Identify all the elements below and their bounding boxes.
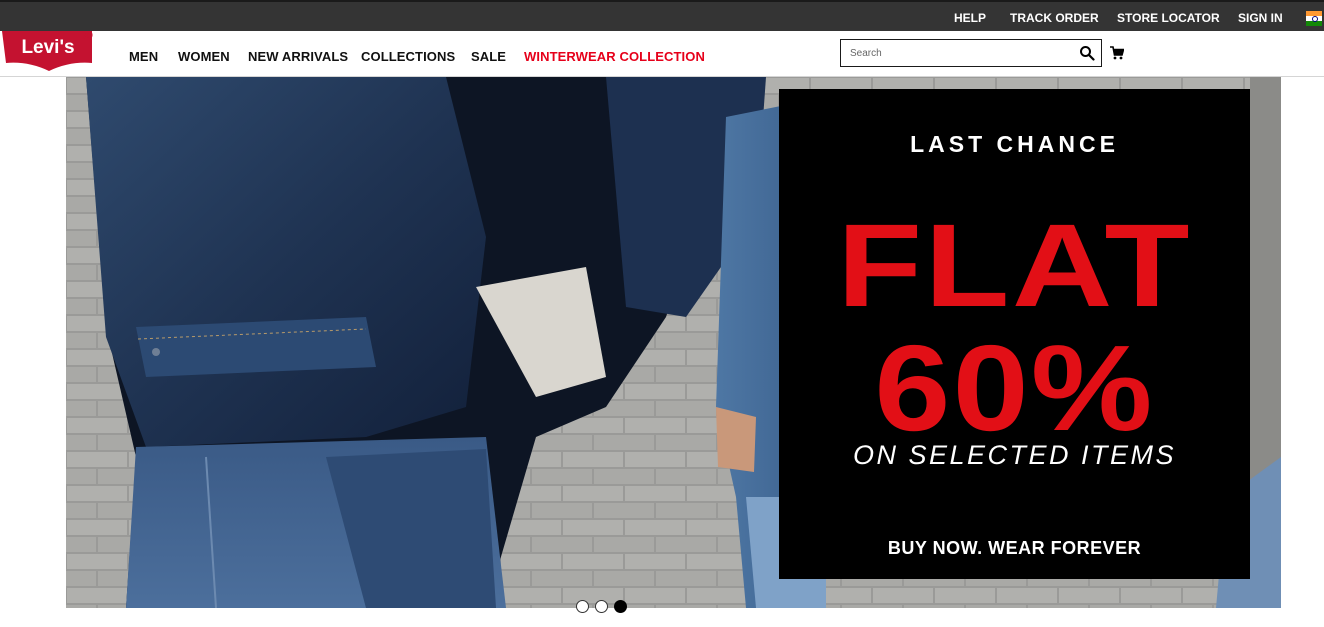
promo-cta[interactable]: BUY NOW. WEAR FOREVER (779, 538, 1250, 559)
main-header: Levi's ® MEN WOMEN NEW ARRIVALS COLLECTI… (0, 29, 1324, 77)
carousel-dots (576, 600, 627, 614)
svg-text:®: ® (84, 32, 90, 40)
help-link[interactable]: HELP (954, 11, 986, 25)
promo-headline-percent: 60% (874, 320, 1155, 456)
nav-collections[interactable]: COLLECTIONS (361, 49, 455, 64)
promo-subline: ON SELECTED ITEMS (852, 440, 1177, 470)
sign-in-link[interactable]: SIGN IN (1238, 11, 1283, 25)
nav-women[interactable]: WOMEN (178, 49, 230, 64)
track-order-link[interactable]: TRACK ORDER (1010, 11, 1099, 25)
promo-headline-flat: FLAT (837, 200, 1192, 332)
nav-new-arrivals[interactable]: NEW ARRIVALS (248, 49, 348, 64)
cart-icon[interactable] (1110, 46, 1124, 60)
search-icon[interactable] (1079, 45, 1095, 61)
carousel-dot-1[interactable] (576, 600, 589, 613)
promo-kicker: LAST CHANCE (910, 131, 1119, 157)
store-locator-link[interactable]: STORE LOCATOR (1117, 11, 1220, 25)
nav-sale[interactable]: SALE (471, 49, 506, 64)
search-input[interactable] (850, 45, 1070, 61)
india-flag-icon[interactable] (1306, 11, 1322, 26)
hero-banner[interactable]: LAST CHANCE FLAT 60% ON SELECTED ITEMS B… (66, 77, 1281, 608)
levis-logo[interactable]: Levi's ® (0, 29, 98, 71)
nav-men[interactable]: MEN (129, 49, 158, 64)
nav-winterwear-collection[interactable]: WINTERWEAR COLLECTION (524, 49, 705, 64)
svg-text:Levi's: Levi's (21, 37, 74, 58)
promo-panel: LAST CHANCE FLAT 60% ON SELECTED ITEMS B… (779, 89, 1250, 579)
carousel-dot-2[interactable] (595, 600, 608, 613)
utility-bar: HELP TRACK ORDER STORE LOCATOR SIGN IN (0, 0, 1324, 31)
search-box (840, 39, 1102, 67)
carousel-dot-3[interactable] (614, 600, 627, 613)
